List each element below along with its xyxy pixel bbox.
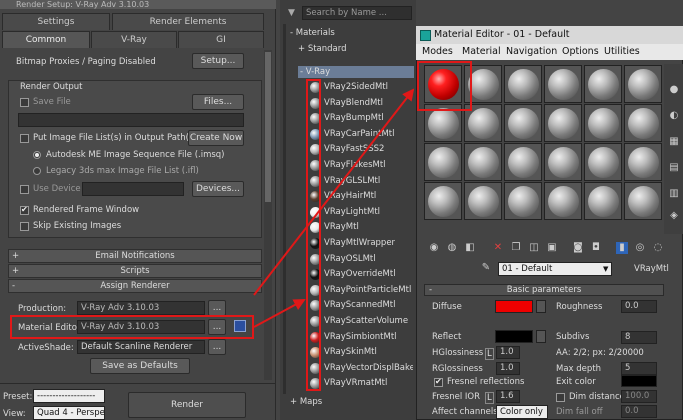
arrow-to-slot	[253, 88, 415, 296]
arrow-to-list	[253, 299, 306, 328]
annotation-arrows	[253, 88, 415, 328]
